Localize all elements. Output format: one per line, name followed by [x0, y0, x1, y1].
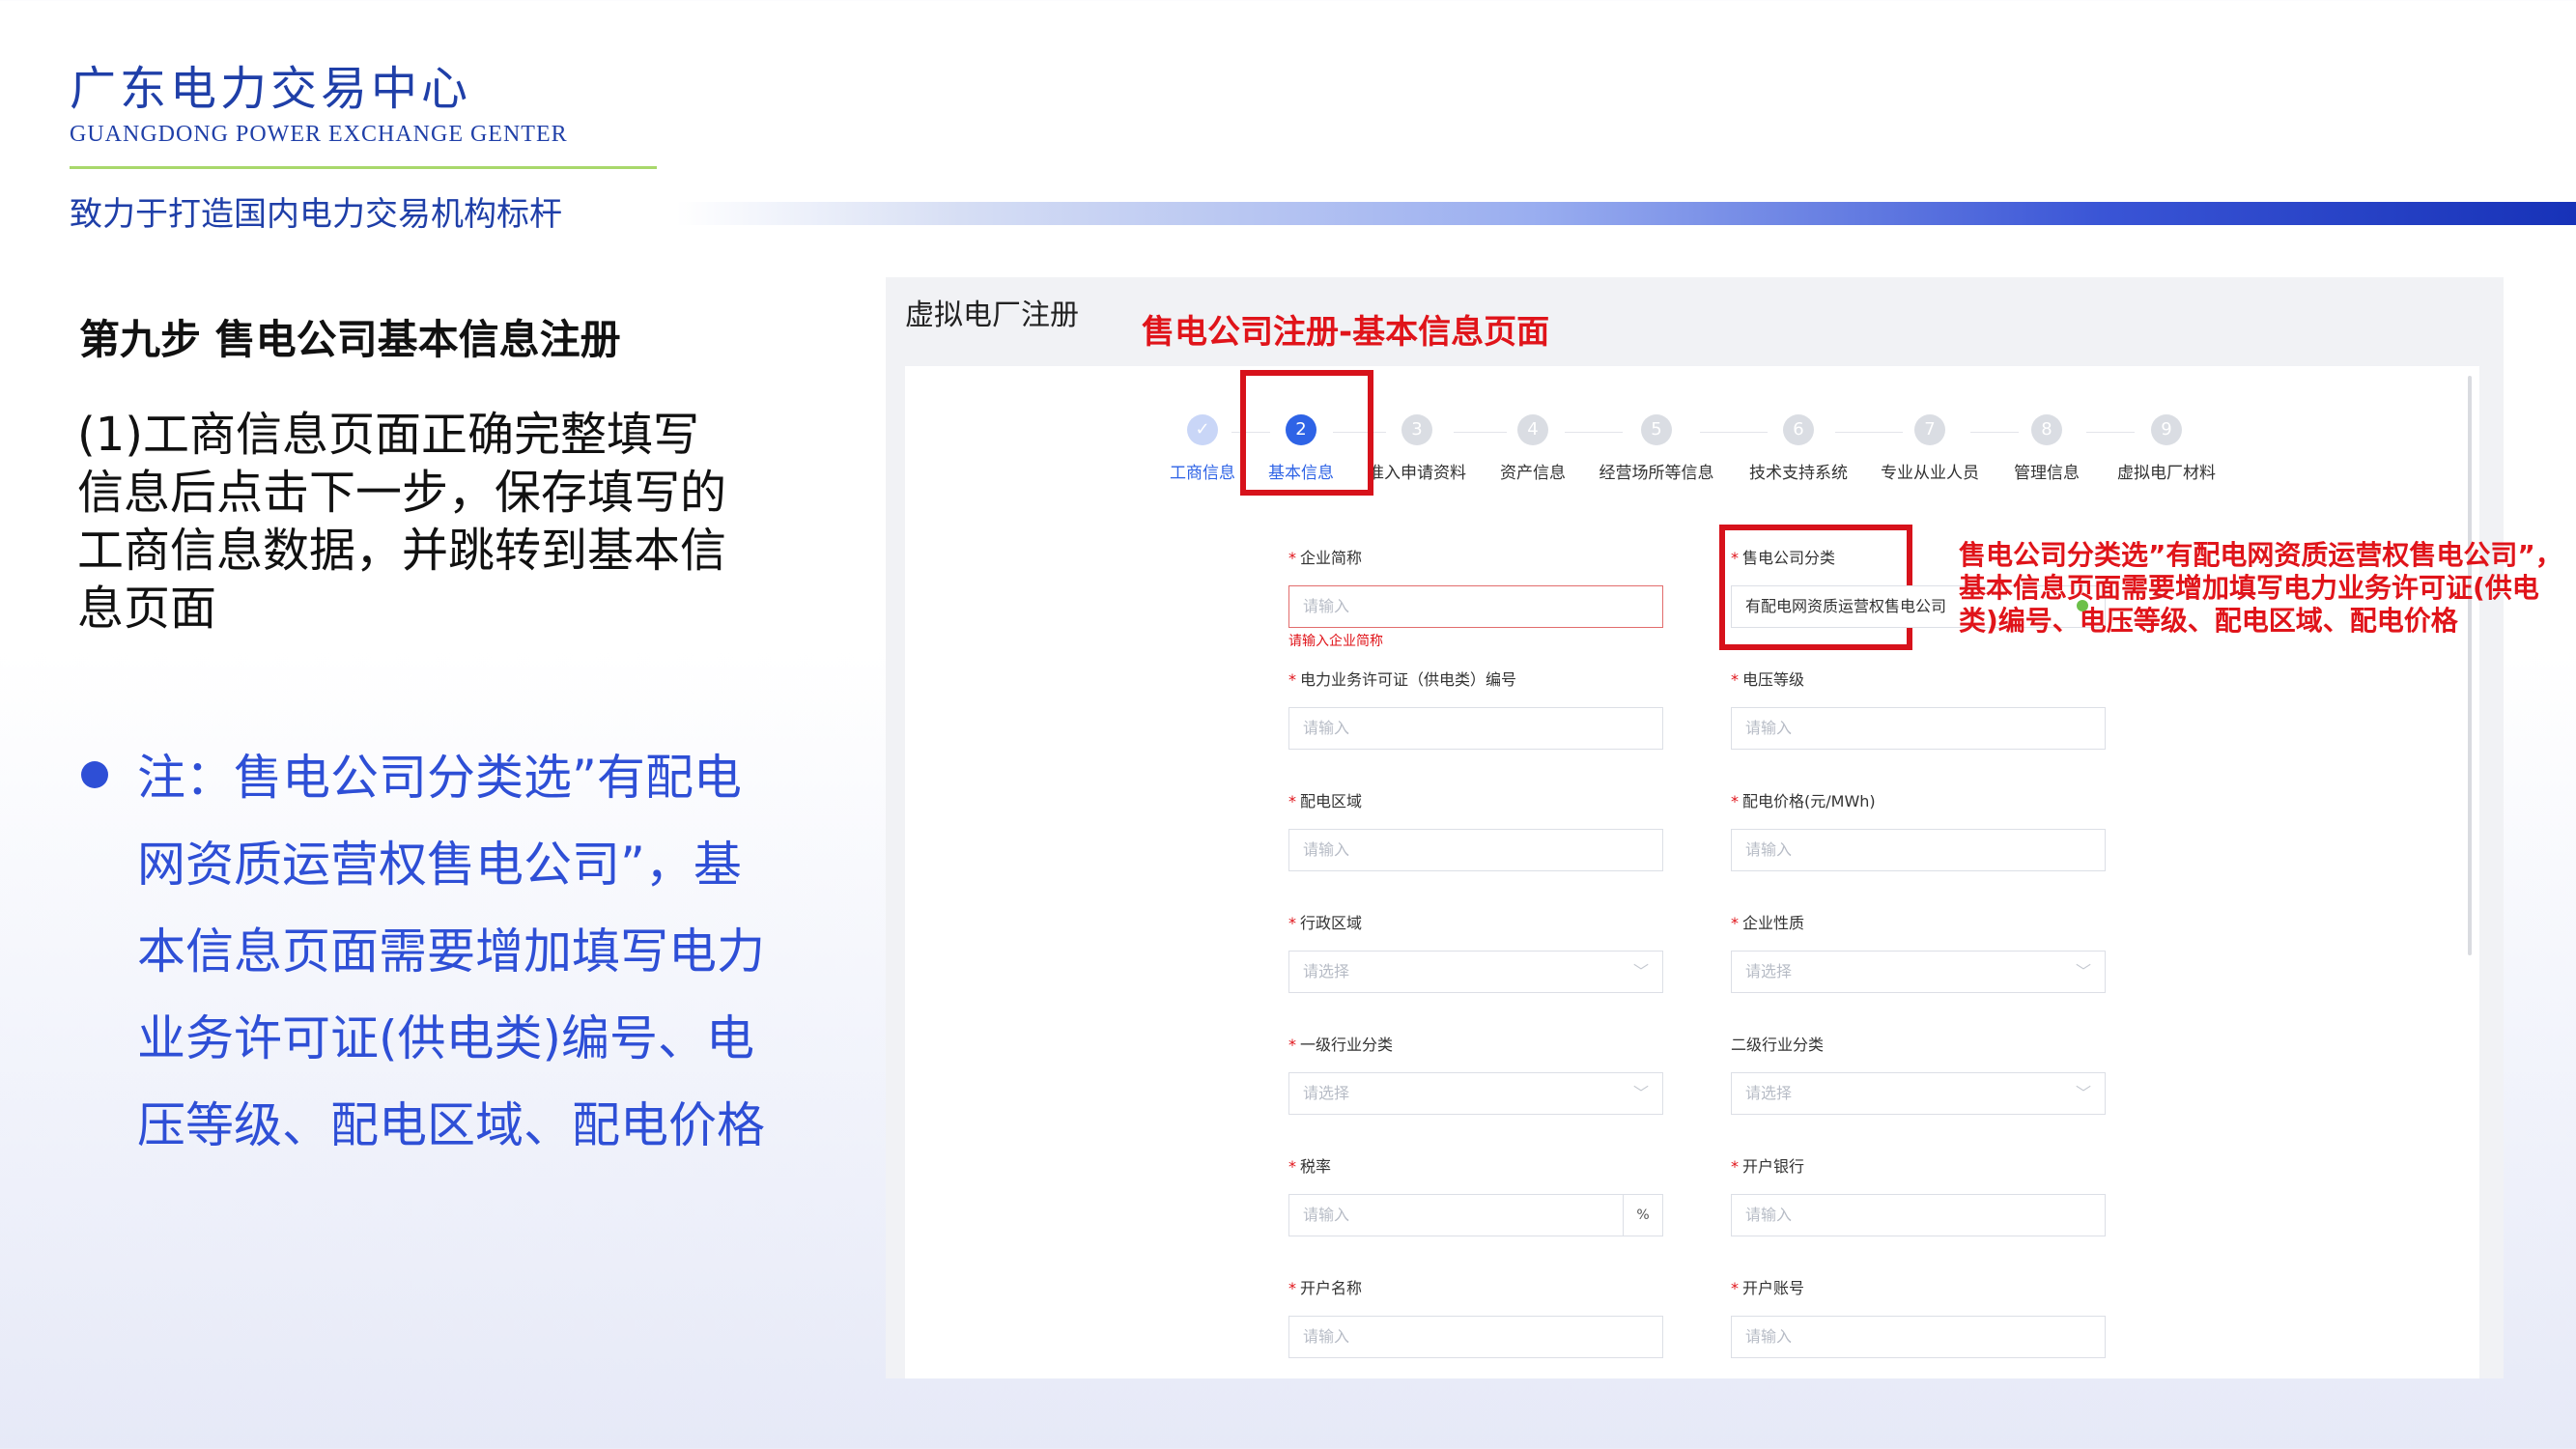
step-management[interactable]: 8 管理信息 — [1984, 411, 2109, 483]
label-admin-area: * 行政区域 — [1288, 914, 1363, 932]
step-premises[interactable]: 5 经营场所等信息 — [1594, 411, 1719, 483]
step-number: 5 — [1641, 414, 1672, 445]
cursor-indicator — [2077, 600, 2088, 611]
chevron-down-icon: ﹀ — [1632, 962, 1649, 980]
dist-area-input[interactable]: 请输入 — [1288, 829, 1663, 871]
industry2-select[interactable]: 请选择 ﹀ — [1731, 1072, 2106, 1115]
step-title: 第九步 售电公司基本信息注册 — [79, 316, 621, 363]
chevron-down-icon: ﹀ — [2075, 1084, 2091, 1102]
step-label: 虚拟电厂材料 — [2117, 464, 2216, 483]
account-name-input[interactable]: 请输入 — [1288, 1316, 1663, 1358]
note-text: 注：售电公司分类选”有配电网资质运营权售电公司”，基本信息页面需要增加填写电力业… — [137, 750, 765, 1153]
step-label: 管理信息 — [2014, 464, 2080, 483]
label-industry1: * 一级行业分类 — [1288, 1036, 1394, 1054]
step-number: 4 — [1517, 414, 1548, 445]
percent-suffix: % — [1623, 1195, 1662, 1236]
brand-title: 广东电力交易中心 — [70, 62, 472, 116]
step-description: (1)工商信息页面正确完整填写信息后点击下一步，保存填写的工商信息数据，并跳转到… — [77, 408, 727, 636]
step-label: 专业从业人员 — [1881, 464, 1979, 483]
label-company-type: * 售电公司分类 — [1731, 549, 1836, 567]
label-license-no: * 电力业务许可证（供电类）编号 — [1288, 670, 1517, 689]
step-staff[interactable]: 7 专业从业人员 — [1867, 411, 1993, 483]
bullet-icon — [81, 761, 108, 788]
overlay-heading: 售电公司注册-基本信息页面 — [1142, 313, 1550, 352]
label-nature: * 企业性质 — [1731, 914, 1805, 932]
brand-divider — [70, 166, 657, 169]
label-account-name: * 开户名称 — [1288, 1279, 1363, 1297]
brand-slogan: 致力于打造国内电力交易机构标杆 — [70, 195, 562, 234]
header-gradient-bar — [676, 202, 2576, 225]
check-icon: ✓ — [1187, 414, 1218, 445]
license-no-input[interactable]: 请输入 — [1288, 707, 1663, 750]
short-name-input[interactable]: 请输入 — [1288, 585, 1663, 628]
step-tech-system[interactable]: 6 技术支持系统 — [1736, 411, 1861, 483]
chevron-down-icon: ﹀ — [1632, 1084, 1649, 1102]
step-number: 3 — [1401, 414, 1432, 445]
label-dist-area: * 配电区域 — [1288, 792, 1363, 810]
step-vpp-materials[interactable]: 9 虚拟电厂材料 — [2104, 411, 2229, 483]
nature-select[interactable]: 请选择 ﹀ — [1731, 951, 2106, 993]
highlight-step-box — [1240, 370, 1373, 496]
short-name-error: 请输入企业简称 — [1288, 634, 1383, 649]
label-dist-price: * 配电价格(元/MWh) — [1731, 792, 1876, 810]
label-account-no: * 开户账号 — [1731, 1279, 1805, 1297]
chevron-down-icon: ﹀ — [2075, 962, 2091, 980]
brand-english-name: GUANGDONG POWER EXCHANGE GENTER — [70, 122, 568, 147]
label-voltage: * 电压等级 — [1731, 670, 1805, 689]
voltage-input[interactable]: 请输入 — [1731, 707, 2106, 750]
panel-title: 虚拟电厂注册 — [905, 298, 1079, 332]
bank-input[interactable]: 请输入 — [1731, 1194, 2106, 1236]
tax-input[interactable]: 请输入% — [1288, 1194, 1663, 1236]
account-no-input[interactable]: 请输入 — [1731, 1316, 2106, 1358]
scrollbar[interactable] — [2468, 376, 2472, 955]
label-industry2: 二级行业分类 — [1731, 1036, 1825, 1054]
label-bank: * 开户银行 — [1731, 1157, 1805, 1176]
industry1-select[interactable]: 请选择 ﹀ — [1288, 1072, 1663, 1115]
step-number: 7 — [1914, 414, 1945, 445]
form-container — [905, 366, 2479, 1378]
label-short-name: * 企业简称 — [1288, 549, 1363, 567]
step-label: 技术支持系统 — [1749, 464, 1848, 483]
dist-price-input[interactable]: 请输入 — [1731, 829, 2106, 871]
step-number: 9 — [2151, 414, 2182, 445]
admin-area-select[interactable]: 请选择 ﹀ — [1288, 951, 1663, 993]
step-label: 经营场所等信息 — [1599, 464, 1714, 483]
step-label: 资产信息 — [1500, 464, 1566, 483]
red-annotation: 售电公司分类选”有配电网资质运营权售电公司”，基本信息页面需要增加填写电力业务许… — [1959, 539, 2562, 637]
step-assets[interactable]: 4 资产信息 — [1470, 411, 1596, 483]
label-tax: * 税率 — [1288, 1157, 1332, 1176]
step-number: 8 — [2031, 414, 2062, 445]
step-number: 6 — [1783, 414, 1814, 445]
